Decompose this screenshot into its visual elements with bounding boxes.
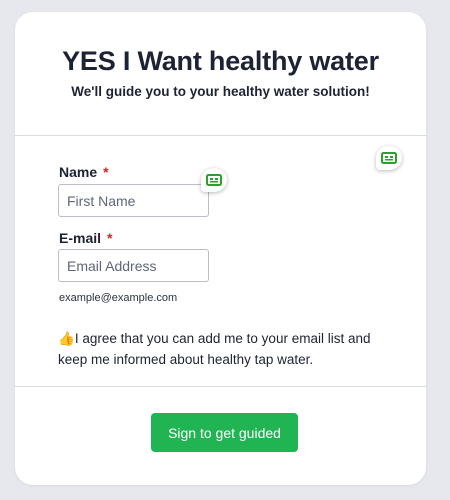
name-required-mark: * [103, 164, 109, 180]
email-hint: example@example.com [59, 292, 178, 304]
name-label: Name * [59, 164, 109, 180]
password-manager-glyph [381, 152, 397, 164]
signup-card: YES I Want healthy water We'll guide you… [15, 12, 426, 485]
page-title: YES I Want healthy water [62, 46, 379, 76]
thumbs-up-icon: 👍 [58, 331, 75, 346]
email-label: E-mail * [59, 230, 112, 246]
password-manager-icon[interactable] [376, 146, 402, 170]
password-manager-icon[interactable] [201, 168, 227, 192]
consent-text: 👍I agree that you can add me to your ema… [58, 328, 388, 370]
email-input[interactable] [58, 249, 209, 282]
name-label-text: Name [59, 164, 98, 180]
consent-statement: I agree that you can add me to your emai… [58, 331, 371, 367]
submit-button[interactable]: Sign to get guided [151, 413, 298, 452]
form-header: YES I Want healthy water We'll guide you… [15, 12, 426, 136]
page-subtitle: We'll guide you to your healthy water so… [71, 84, 370, 99]
password-manager-glyph [206, 174, 222, 186]
first-name-input[interactable] [58, 184, 209, 217]
email-label-text: E-mail [59, 230, 102, 246]
email-required-mark: * [107, 230, 113, 246]
footer-divider [15, 386, 426, 387]
